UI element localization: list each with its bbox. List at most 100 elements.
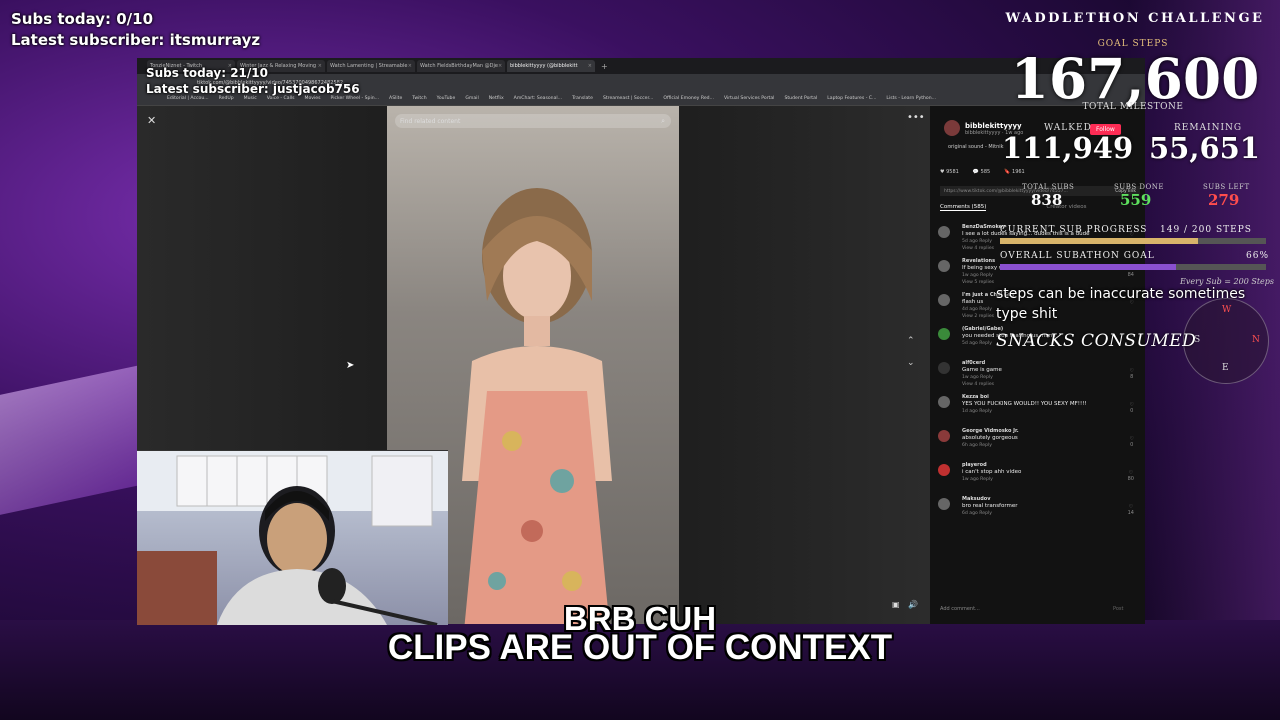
avatar[interactable] [938, 498, 950, 510]
bookmark-item[interactable]: Official Emoney Red... [663, 96, 714, 101]
more-options-icon[interactable]: ••• [907, 112, 925, 123]
remaining-value: 55,651 [1149, 131, 1260, 165]
bookmark-item[interactable]: Lists - Learn Python... [886, 96, 936, 101]
caption-line-2: CLIPS ARE OUT OF CONTEXT [387, 628, 893, 667]
save-count[interactable]: 🔖 1961 [1004, 169, 1025, 175]
comment-like[interactable]: ♡ 0 [1130, 402, 1134, 414]
bookmark-item[interactable]: Translate [572, 96, 593, 101]
bookmark-item[interactable]: Voice - Calls [267, 96, 295, 101]
author-avatar[interactable] [944, 120, 960, 136]
tab-label: Watch FieldsBirthdayMan @Dje [420, 63, 498, 69]
view-replies-link[interactable]: View 5 replies [962, 280, 994, 285]
comment-meta[interactable]: 5d ago Reply [962, 341, 992, 346]
tab-bar: TonzieNiznet - Twitch × Winter Jazz & Rel… [137, 58, 1145, 74]
close-tab-icon[interactable]: × [408, 63, 412, 69]
bookmark-item[interactable]: Picker Wheel - Spin... [331, 96, 380, 101]
comment-meta[interactable]: 5d ago Reply [962, 239, 992, 244]
new-tab-icon[interactable]: + [601, 62, 608, 71]
comment-like[interactable]: ♡ 80 [1128, 470, 1134, 482]
overall-goal-value: 66% [1246, 251, 1270, 261]
comment-like-count: 80 [1127, 476, 1134, 482]
bookmark-item[interactable]: Movies [305, 96, 321, 101]
comment-meta[interactable]: 6d ago Reply [962, 511, 992, 516]
bookmark-item[interactable]: Student Portal [784, 96, 817, 101]
tab-comments[interactable]: Comments (585) [940, 204, 987, 211]
comment-meta[interactable]: 1w ago Reply [962, 477, 993, 482]
steps-disclaimer-line1: steps can be inaccurate sometimes [996, 286, 1246, 302]
avatar[interactable] [938, 464, 950, 476]
compass-south-label: E [1222, 363, 1229, 373]
avatar[interactable] [938, 260, 950, 272]
related-search-input[interactable]: Find related content ⌕ [395, 114, 671, 128]
browser-tab-5[interactable]: bibblekittyyyy (@bibblekitt × [507, 60, 595, 72]
bookmark-item[interactable]: RedUp [219, 96, 234, 101]
comment-like-count: 0 [1130, 408, 1134, 414]
comment-like-count: 14 [1127, 510, 1134, 516]
close-icon[interactable]: ✕ [147, 114, 156, 127]
overall-goal-bar [1000, 264, 1266, 270]
steps-disclaimer: steps can be inaccurate sometimes type s… [996, 284, 1245, 324]
avatar[interactable] [938, 430, 950, 442]
bookmark-item[interactable]: YouTube [437, 96, 456, 101]
comment-user[interactable]: alf0cerd [962, 360, 985, 366]
bookmark-item[interactable]: AmChart: Seasonal... [514, 96, 562, 101]
comment-meta[interactable]: 1d ago Reply [962, 409, 992, 414]
bookmark-item[interactable]: Music [244, 96, 257, 101]
browser-tab-4[interactable]: Watch FieldsBirthdayMan @Dje × [417, 60, 505, 72]
close-tab-icon[interactable]: × [318, 63, 322, 69]
engagement-row: ♥ 9581 💬 585 🔖 1961 [940, 169, 1025, 175]
bookmark-item[interactable]: Laptop Features - C... [827, 96, 876, 101]
subs-left-value: 279 [1208, 191, 1240, 209]
close-tab-icon[interactable]: × [498, 63, 502, 69]
avatar[interactable] [938, 328, 950, 340]
room-light-glow [0, 365, 140, 515]
comment-meta[interactable]: 6h ago Reply [962, 443, 992, 448]
bookmark-item[interactable]: Twitch [412, 96, 426, 101]
bookmark-item[interactable]: Virtual Services Portal [724, 96, 775, 101]
bookmark-item[interactable]: ASlite [389, 96, 402, 101]
avatar[interactable] [938, 226, 950, 238]
view-replies-link[interactable]: View 4 replies [962, 382, 994, 387]
previous-video-icon[interactable]: ⌃ [907, 336, 915, 346]
close-tab-icon[interactable]: × [588, 63, 592, 69]
comment-item: playerod i can't stop ahh video 1w ago Rep… [938, 462, 1138, 496]
browser-tab-3[interactable]: Watch Lamenting | Streamable × [327, 60, 415, 72]
avatar[interactable] [938, 294, 950, 306]
bookmark-item[interactable]: Gmail [465, 96, 478, 101]
walked-value: 111,949 [1002, 131, 1134, 165]
save-count-value: 1961 [1012, 169, 1025, 175]
comment-user[interactable]: playerod [962, 462, 987, 468]
bookmark-item[interactable]: Netflix [489, 96, 504, 101]
bookmark-item[interactable]: Streameast | Soccer... [603, 96, 653, 101]
comment-meta[interactable]: 1w ago Reply [962, 273, 993, 278]
subs-done-value: 559 [1120, 191, 1152, 209]
comment-meta[interactable]: 4d ago Reply [962, 307, 992, 312]
comment-meta[interactable]: 1w ago Reply [962, 375, 993, 380]
subs-today-text: Subs today: 0/10 [11, 10, 154, 28]
next-video-icon[interactable]: ⌄ [907, 358, 915, 368]
comment-like[interactable]: ♡ 0 [1130, 436, 1134, 448]
comment-user[interactable]: George Vidmosko Jr. [962, 428, 1019, 434]
sound-link[interactable]: original sound - Mitnik [948, 144, 1004, 150]
comment-user[interactable]: BenzDaSmokey [962, 224, 1005, 230]
search-icon[interactable]: ⌕ [661, 117, 665, 126]
view-replies-link[interactable]: View 2 replies [962, 314, 994, 319]
like-count[interactable]: ♥ 9581 [940, 169, 959, 175]
bookmark-item[interactable]: Editorial | Accou... [167, 96, 209, 101]
comment-text: YES YOU FUCKING WOULD!! YOU SEXY MF!!!! [962, 401, 1087, 407]
comment-user[interactable]: Revelations [962, 258, 995, 264]
tab-label: bibblekittyyyy (@bibblekitt [510, 63, 578, 69]
comment-user[interactable]: Kezza boi [962, 394, 989, 400]
comment-like[interactable]: ♡ 8 [1130, 368, 1134, 380]
comment-item: alf0cerd Game is game 1w ago Reply View 4 r… [938, 360, 1138, 394]
avatar[interactable] [938, 362, 950, 374]
comment-count-value: 585 [980, 169, 991, 175]
view-replies-link[interactable]: View 4 replies [962, 246, 994, 251]
author-name[interactable]: bibblekittyyyy [965, 122, 1022, 130]
current-sub-progress-fill [1000, 238, 1199, 244]
comment-item: George Vidmosko Jr. absolutely gorgeous 6h… [938, 428, 1138, 462]
comment-like[interactable]: ♡ 14 [1128, 504, 1134, 516]
avatar[interactable] [938, 396, 950, 408]
comment-user[interactable]: Maksudov [962, 496, 990, 502]
comment-count[interactable]: 💬 585 [973, 169, 990, 175]
